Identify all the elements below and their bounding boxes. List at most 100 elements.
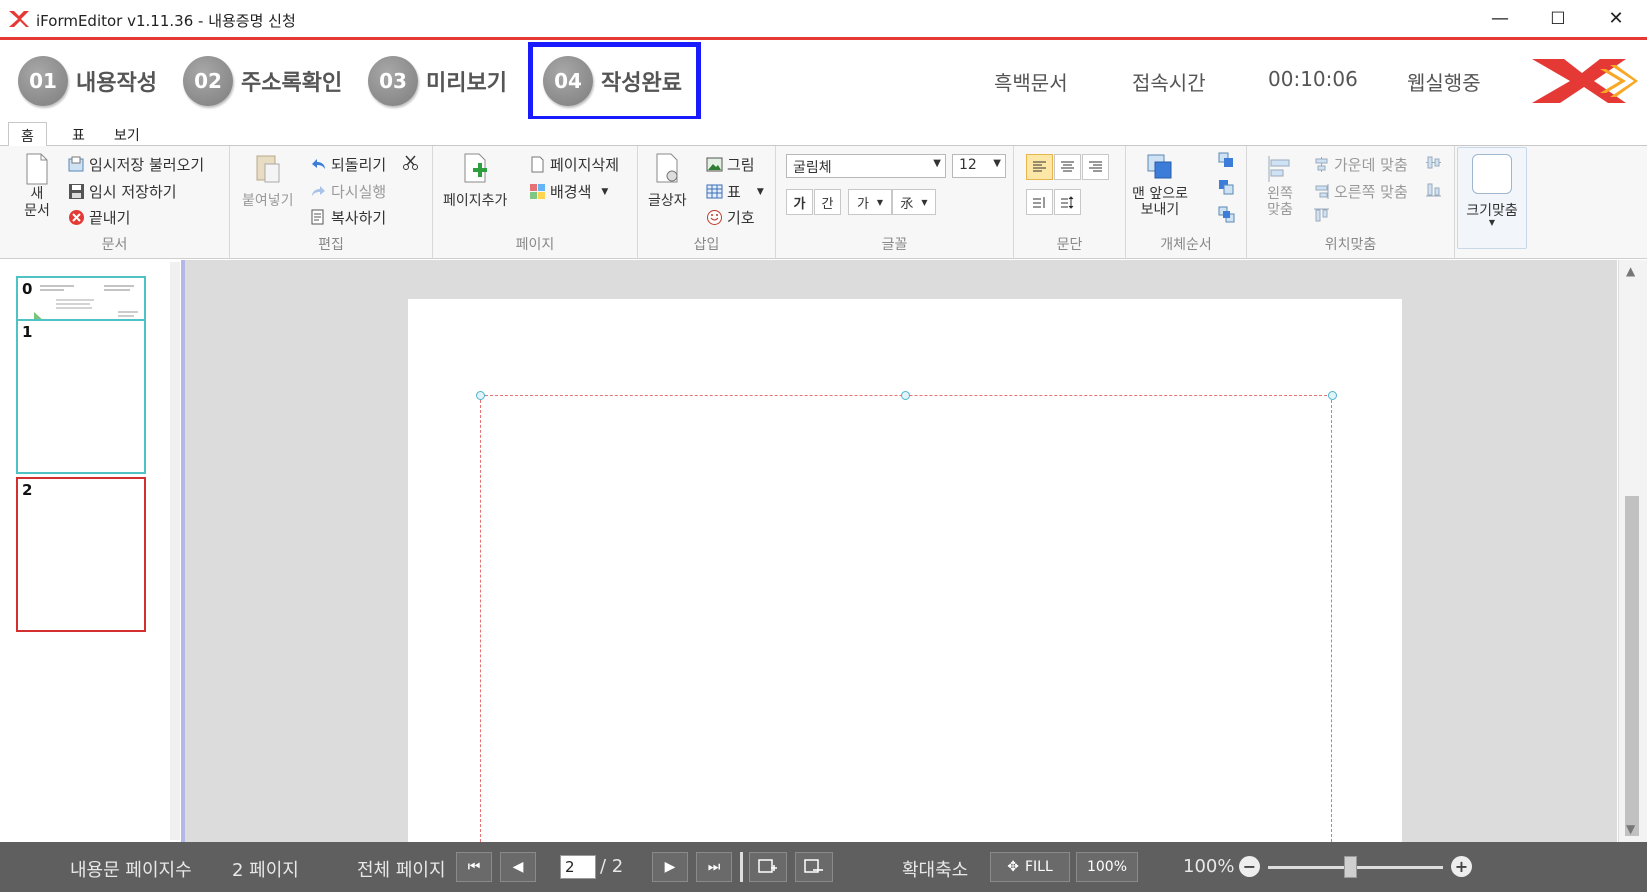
first-page-button[interactable]: ⏮ (456, 852, 492, 882)
resize-handle[interactable] (476, 391, 485, 400)
undo-icon (312, 159, 325, 169)
paste-label: 붙여넣기 (242, 193, 294, 209)
align-object-right-button[interactable]: 오른쪽 맞춤 (1313, 181, 1408, 202)
resize-handle[interactable] (1328, 391, 1337, 400)
insert-symbol-button[interactable]: 기호 (706, 207, 755, 228)
insert-image-label: 그림 (727, 156, 755, 174)
step-label: 내용작성 (76, 71, 157, 96)
mono-document-label: 흑백문서 (994, 71, 1068, 95)
group-paragraph: 문단 (1014, 146, 1126, 258)
group-edit: 붙여넣기 되돌리기 다시실행 복사하기 편집 (230, 146, 433, 258)
send-to-back-button[interactable] (1218, 206, 1239, 223)
zoom-fill-button[interactable]: ✥ FILL (990, 852, 1070, 882)
background-color-button[interactable]: 배경색 ▼ (529, 181, 608, 202)
redo-icon (312, 186, 325, 196)
new-document-button[interactable]: 새 문서 (22, 152, 52, 220)
line-spacing-button[interactable] (1026, 189, 1053, 215)
align-object-bottom-button[interactable] (1425, 181, 1446, 198)
bold-button[interactable]: 가 (786, 189, 813, 215)
prev-page-button[interactable]: ◀ (500, 852, 536, 882)
bring-to-front-icon (1147, 154, 1172, 179)
current-page-input[interactable]: 2 (560, 855, 596, 879)
outline-button[interactable]: 간 (814, 189, 841, 215)
delete-page-button[interactable]: 페이지삭제 (529, 154, 619, 175)
align-center-icon (1061, 161, 1074, 171)
status-bar: 내용문 페이지수 2 페이지 전체 페이지 ⏮ ◀ 2 / 2 ▶ ⏭ 확대축소… (0, 842, 1647, 892)
thumbnail-scrollbar[interactable] (170, 262, 180, 840)
group-label: 삽입 (693, 237, 720, 253)
save-temp-label: 임시 저장하기 (89, 183, 177, 201)
step-content[interactable]: 01 내용작성 (18, 53, 157, 109)
align-object-left-label: 왼쪽 맞춤 (1267, 186, 1293, 218)
tab-view[interactable]: 보기 (102, 122, 152, 147)
text-frame[interactable] (480, 395, 1332, 842)
char-more-button[interactable]: 氶 ▼ (892, 189, 936, 215)
align-center-button[interactable] (1054, 154, 1081, 180)
align-left-button[interactable] (1026, 154, 1053, 180)
step-number: 01 (18, 56, 68, 106)
paste-button[interactable]: 붙여넣기 (242, 152, 294, 210)
scroll-down-icon[interactable]: ▼ (1626, 822, 1635, 836)
align-right-button[interactable] (1082, 154, 1109, 180)
page-thumbnail[interactable]: 2 (16, 477, 146, 632)
minimize-button[interactable]: — (1471, 0, 1529, 37)
palette-icon (530, 184, 545, 199)
page-thumbnail[interactable]: 1 (16, 319, 146, 474)
insert-image-button[interactable]: 그림 (706, 154, 755, 175)
content-pages-value: 2 페이지 (232, 860, 299, 881)
send-backward-button[interactable] (1218, 179, 1239, 196)
copy-label: 복사하기 (331, 209, 387, 227)
zoom-100-button[interactable]: 100% (1076, 852, 1138, 882)
group-label: 편집 (318, 237, 344, 253)
chevron-down-icon: ▼ (876, 197, 884, 207)
group-page: 페이지추가 페이지삭제 배경색 ▼ 페이지 (433, 146, 638, 258)
step-complete[interactable]: 04 작성완료 (543, 53, 682, 109)
fit-icon: ✥ (1007, 859, 1019, 875)
align-object-center-button[interactable]: 가운데 맞춤 (1313, 154, 1408, 175)
bring-forward-button[interactable] (1218, 152, 1239, 169)
textbox-button[interactable]: 글상자 (648, 152, 687, 210)
char-style-button[interactable]: 가 ▼ (848, 189, 892, 215)
undo-button[interactable]: 되돌리기 (310, 154, 386, 175)
paragraph-spacing-button[interactable] (1054, 189, 1081, 215)
group-font: 굴림체 ▼ 12 ▼ 가 간 가 ▼ 氶 ▼ 글꼴 (776, 146, 1014, 258)
group-position-align: 왼쪽 맞춤 가운데 맞춤 오른쪽 맞춤 위치맞춤 (1247, 146, 1455, 258)
next-page-button[interactable]: ▶ (652, 852, 688, 882)
last-page-button[interactable]: ⏭ (696, 852, 732, 882)
close-button[interactable]: ✕ (1587, 0, 1645, 37)
exit-button[interactable]: 끝내기 (68, 207, 130, 228)
font-size-select[interactable]: 12 ▼ (952, 154, 1006, 178)
font-face-select[interactable]: 굴림체 ▼ (786, 154, 946, 178)
redo-button[interactable]: 다시실행 (310, 181, 386, 202)
scroll-up-icon[interactable]: ▲ (1626, 264, 1635, 278)
insert-table-button[interactable]: 표 ▼ (706, 181, 764, 202)
cut-button[interactable] (402, 154, 423, 171)
group-label: 개체순서 (1160, 237, 1212, 253)
maximize-button[interactable]: ☐ (1529, 0, 1587, 37)
save-temp-button[interactable]: 임시 저장하기 (68, 181, 177, 202)
bring-to-front-button[interactable]: 맨 앞으로 보내기 (1132, 152, 1188, 218)
tab-home[interactable]: 홈 (8, 122, 47, 147)
scrollbar-thumb[interactable] (1625, 496, 1639, 836)
bring-to-front-label: 맨 앞으로 보내기 (1132, 186, 1188, 218)
web-running-label: 웹실행중 (1407, 71, 1481, 95)
copy-button[interactable]: 복사하기 (310, 207, 386, 228)
canvas-scrollbar[interactable]: ▲ ▼ (1618, 260, 1647, 842)
resize-handle[interactable] (901, 391, 910, 400)
add-page-status-button[interactable] (749, 852, 787, 882)
align-object-middle-button[interactable] (1425, 154, 1446, 171)
step-address-book[interactable]: 02 주소록확인 (183, 53, 342, 109)
align-object-top-button[interactable] (1313, 207, 1334, 224)
insert-table-label: 표 (727, 183, 741, 201)
load-temp-button[interactable]: 임시저장 불러오기 (68, 154, 204, 175)
tab-table[interactable]: 표 (60, 122, 97, 147)
align-object-left-button[interactable]: 왼쪽 맞춤 (1265, 152, 1295, 218)
fit-size-icon (1472, 154, 1512, 194)
zoom-in-icon[interactable]: + (1451, 856, 1472, 877)
step-preview[interactable]: 03 미리보기 (368, 53, 507, 109)
fit-size-button[interactable]: 크기맞춤 ▼ (1457, 147, 1527, 249)
add-page-button[interactable]: 페이지추가 (443, 152, 507, 210)
remove-page-status-button[interactable] (795, 852, 833, 882)
zoom-out-icon[interactable]: − (1239, 856, 1260, 877)
zoom-slider-knob[interactable] (1344, 856, 1357, 878)
